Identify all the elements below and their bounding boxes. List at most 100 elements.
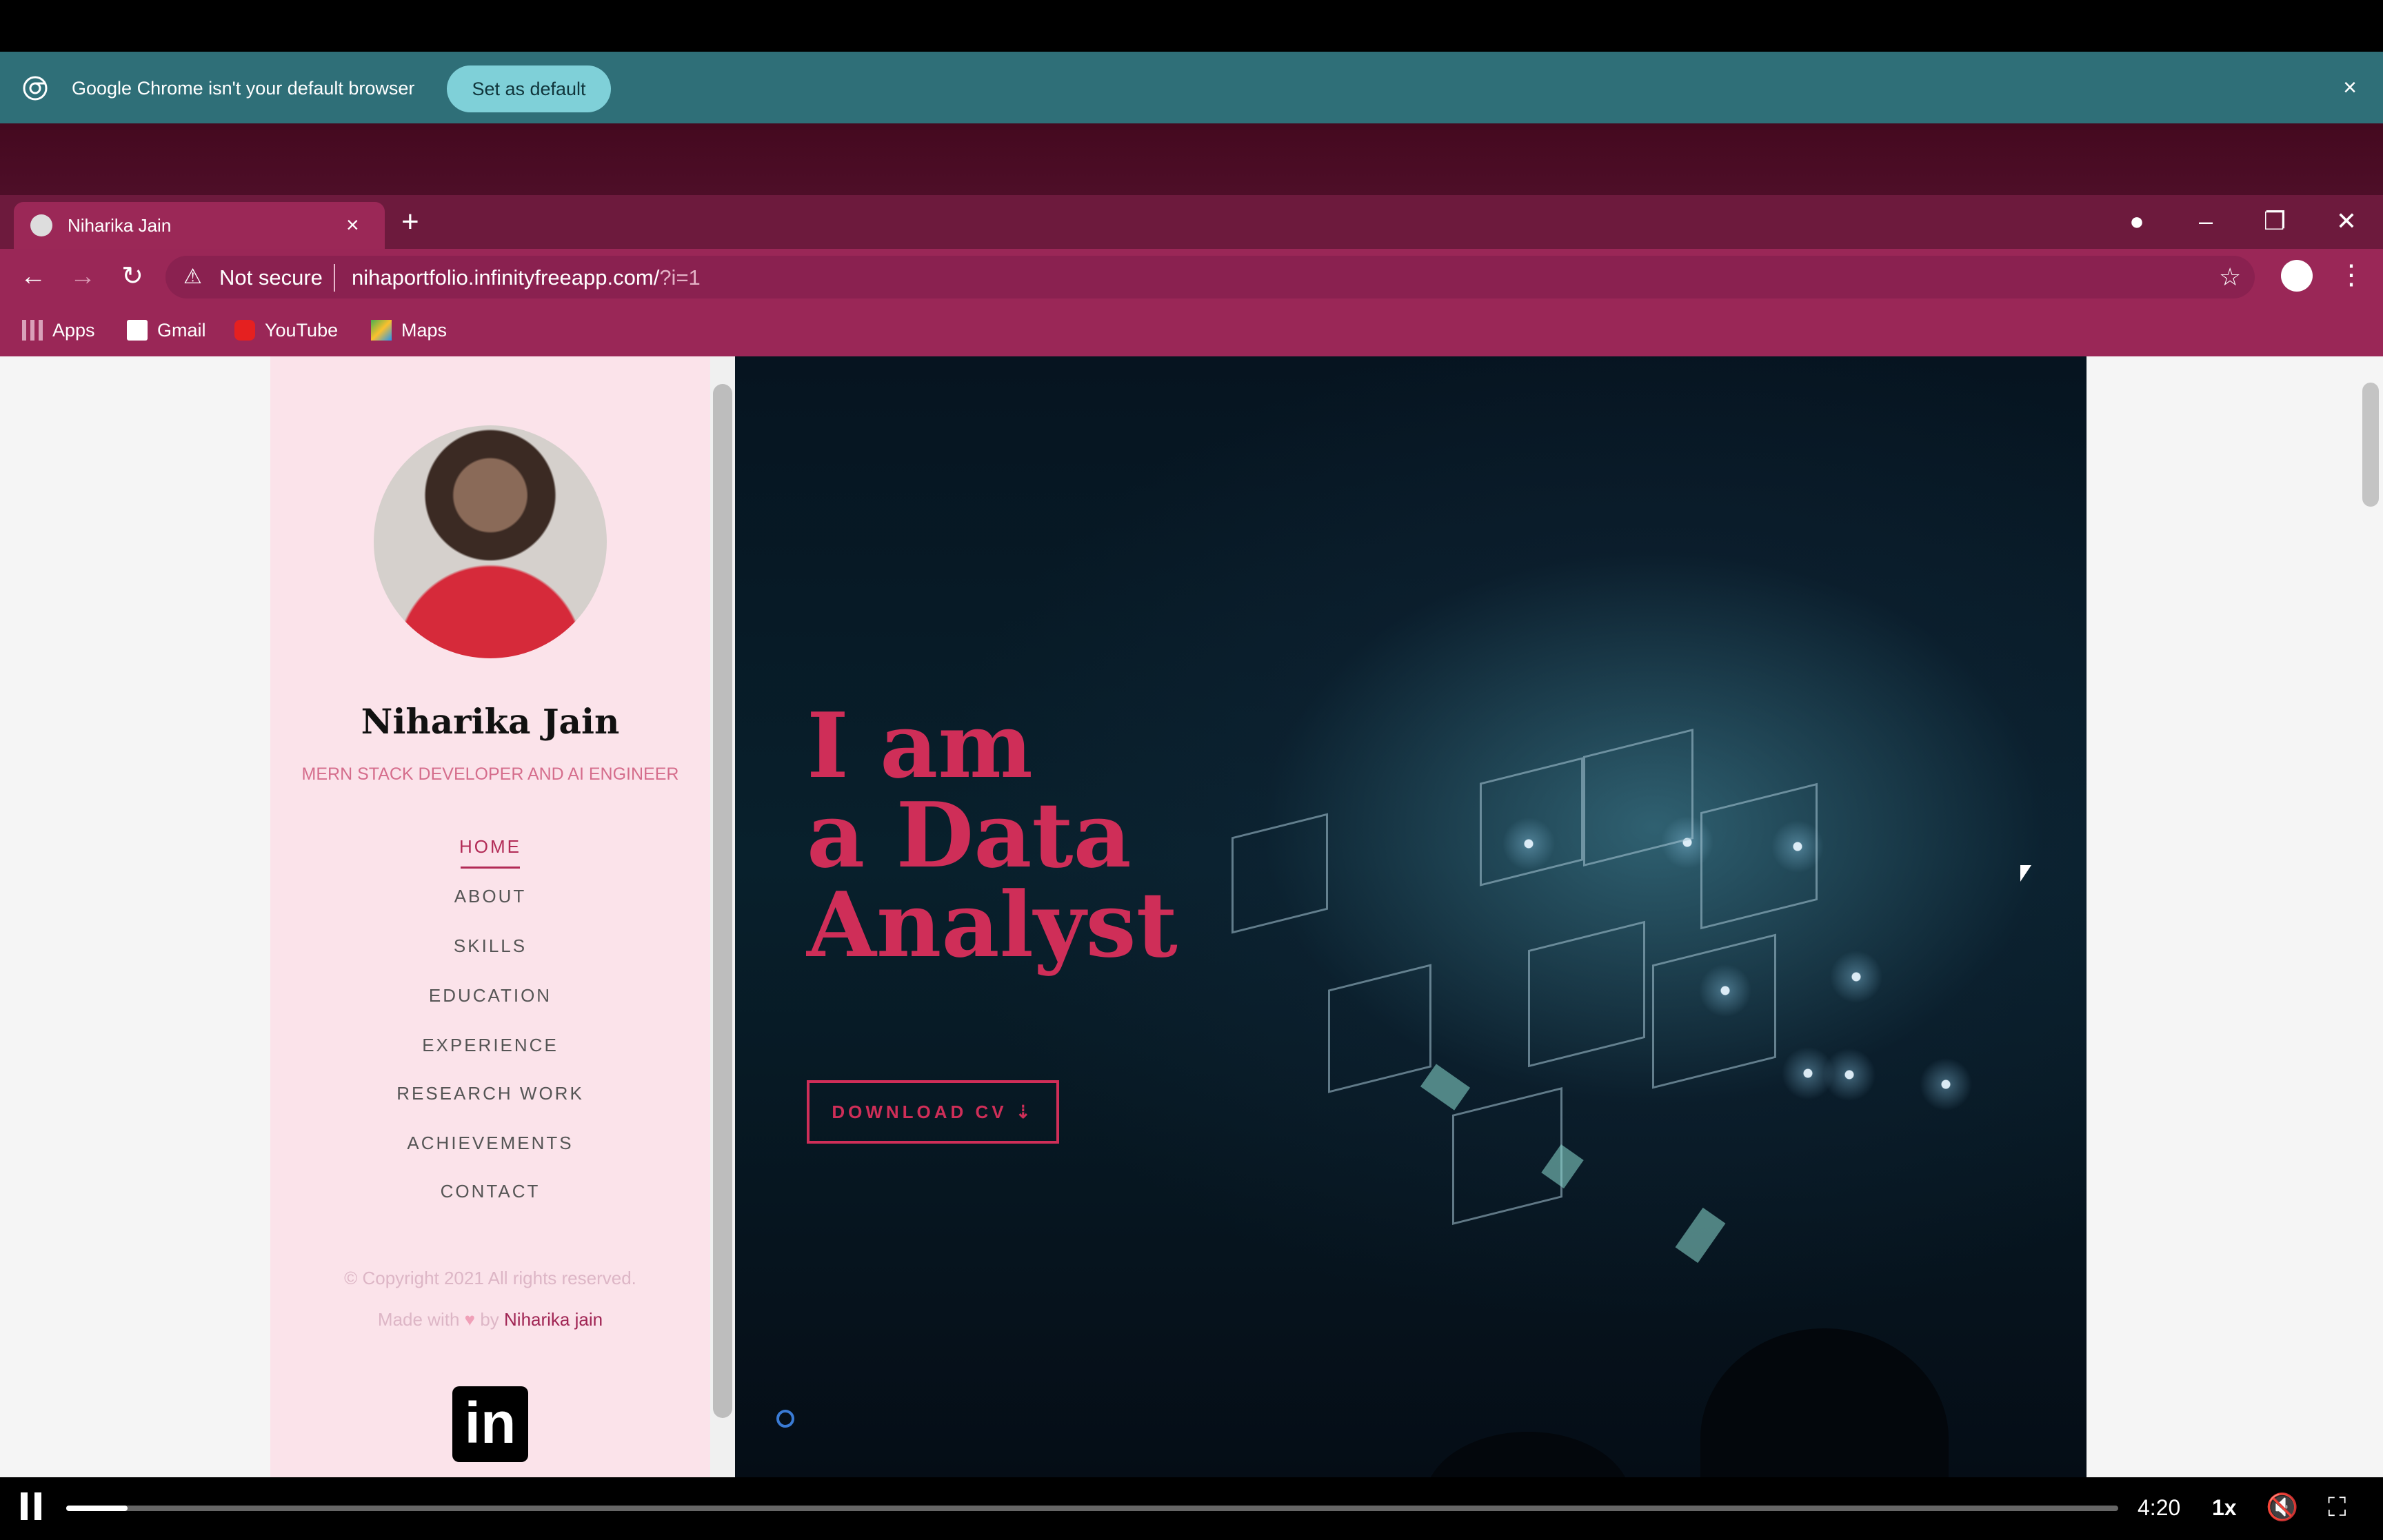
default-browser-banner: Google Chrome isn't your default browser… xyxy=(0,52,2383,123)
hero-line-1: I am xyxy=(807,693,1033,798)
nav-experience[interactable]: EXPERIENCE xyxy=(270,1033,710,1057)
browser-tab[interactable]: Niharika Jain × xyxy=(14,202,385,249)
glass-shard xyxy=(1675,1207,1726,1264)
pause-icon[interactable] xyxy=(19,1492,44,1520)
video-frame: Niharika Jain × + ● – ❐ ✕ ← → ↻ ⚠ Not se… xyxy=(0,123,2383,1477)
fullscreen-icon[interactable]: ⛶ xyxy=(2328,1491,2346,1524)
profile-name: Niharika Jain xyxy=(361,701,620,742)
minimize-icon[interactable]: – xyxy=(2189,207,2223,235)
portfolio-sidebar: Niharika Jain MERN STACK DEVELOPER AND A… xyxy=(270,356,710,1477)
hero-section: I am a Data Analyst DOWNLOAD CV ⇣ xyxy=(735,356,2087,1477)
pause-bar xyxy=(34,1492,41,1520)
linkedin-icon[interactable]: in xyxy=(452,1386,528,1462)
wire-cube xyxy=(1452,1087,1562,1225)
wire-cube xyxy=(1652,933,1776,1089)
maps-icon xyxy=(371,320,392,341)
nav-skills[interactable]: SKILLS xyxy=(270,934,710,958)
mouse-cursor-icon xyxy=(2020,865,2031,882)
video-player-controls: 4:20 1x 🔇 ⛶ xyxy=(0,1477,2383,1540)
hero-headline: I am a Data Analyst xyxy=(807,701,1178,970)
copyright-text: © Copyright 2021 All rights reserved. xyxy=(344,1268,636,1288)
bookmark-label: Maps xyxy=(401,319,448,341)
download-cv-button[interactable]: DOWNLOAD CV ⇣ xyxy=(807,1080,1059,1144)
made-with-line: Made with ♥ by Niharika jain xyxy=(270,1308,710,1331)
tab-close-icon[interactable]: × xyxy=(346,212,359,238)
gmail-icon xyxy=(127,320,148,341)
bookmark-star-icon[interactable]: ☆ xyxy=(2219,264,2241,290)
bookmark-gmail[interactable]: Gmail xyxy=(127,318,206,343)
video-progress-played xyxy=(66,1506,128,1511)
banner-message: Google Chrome isn't your default browser xyxy=(72,78,415,99)
by-text: by xyxy=(480,1309,499,1330)
bookmark-label: YouTube xyxy=(265,319,339,341)
url-text: nihaportfolio.infinityfreeapp.com/?i=1 xyxy=(352,265,701,290)
url-host: nihaportfolio.infinityfreeapp.com/ xyxy=(352,265,660,290)
made-with-text: Made with xyxy=(377,1309,460,1330)
restore-icon[interactable]: ❐ xyxy=(2258,207,2292,235)
new-tab-icon[interactable]: + xyxy=(401,206,419,238)
bookmark-label: Apps xyxy=(52,319,95,341)
active-nav-underline xyxy=(461,867,520,869)
pause-bar xyxy=(21,1492,28,1520)
tab-favicon-icon xyxy=(30,214,52,236)
nav-achievements[interactable]: ACHIEVEMENTS xyxy=(270,1131,710,1155)
security-label: Not secure xyxy=(219,265,323,290)
nav-about[interactable]: ABOUT xyxy=(270,884,710,908)
video-progress-bar[interactable] xyxy=(66,1506,2118,1511)
url-query: ?i=1 xyxy=(659,265,701,290)
crowd-silhouette xyxy=(1700,1328,1949,1477)
profile-role: MERN STACK DEVELOPER AND AI ENGINEER xyxy=(301,764,679,784)
chrome-logo-icon xyxy=(23,76,48,101)
stage-light xyxy=(1918,1057,1973,1112)
back-icon[interactable]: ← xyxy=(17,261,50,292)
bookmark-label: Gmail xyxy=(157,319,206,341)
playback-speed-button[interactable]: 1x xyxy=(2212,1492,2237,1523)
glass-shard xyxy=(1420,1064,1471,1111)
video-top-bar xyxy=(0,123,2383,195)
not-secure-icon: ⚠ xyxy=(183,265,202,288)
browser-toolbar: ← → ↻ ⚠ Not secure nihaportfolio.infinit… xyxy=(0,249,2383,304)
wire-cube xyxy=(1480,757,1583,886)
bookmarks-bar: Apps Gmail YouTube Maps xyxy=(0,304,2383,356)
browser-menu-icon[interactable]: ⋮ xyxy=(2337,259,2365,292)
profile-avatar-icon[interactable] xyxy=(2281,260,2313,292)
address-bar[interactable]: ⚠ Not secure nihaportfolio.infinityfreea… xyxy=(165,256,2255,298)
nav-home[interactable]: HOME xyxy=(270,835,710,858)
mute-icon[interactable]: 🔇 xyxy=(2266,1491,2298,1524)
set-as-default-button[interactable]: Set as default xyxy=(447,65,611,112)
tab-title: Niharika Jain xyxy=(68,215,172,236)
wire-cube xyxy=(1231,813,1328,934)
stage-light xyxy=(1829,949,1884,1004)
apps-grid-icon xyxy=(22,320,43,341)
extension-icon[interactable]: ● xyxy=(2120,207,2154,235)
web-page: Niharika Jain MERN STACK DEVELOPER AND A… xyxy=(0,356,2383,1477)
nav-education[interactable]: EDUCATION xyxy=(270,984,710,1007)
bookmark-youtube[interactable]: YouTube xyxy=(234,318,338,343)
wire-cube xyxy=(1528,920,1645,1068)
forward-icon[interactable]: → xyxy=(66,261,99,292)
browser-tab-strip: Niharika Jain × + ● – ❐ ✕ xyxy=(0,195,2383,249)
page-scroll-thumb[interactable] xyxy=(2362,383,2379,507)
hero-line-3: Analyst xyxy=(807,872,1178,977)
youtube-icon xyxy=(234,320,255,341)
page-scrollbar[interactable] xyxy=(2357,356,2383,1477)
hero-line-2: a Data xyxy=(807,782,1132,888)
crowd-silhouette xyxy=(1425,1432,1631,1477)
wire-cube xyxy=(1700,782,1818,930)
sidebar-scrollbar[interactable] xyxy=(710,356,735,1477)
stage-light xyxy=(1780,1046,1836,1101)
banner-close-icon[interactable]: × xyxy=(2335,72,2365,103)
sidebar-scroll-thumb[interactable] xyxy=(713,384,732,1418)
bookmark-apps[interactable]: Apps xyxy=(22,318,95,343)
heart-icon: ♥ xyxy=(464,1309,476,1330)
wire-cube xyxy=(1328,964,1431,1093)
loading-spinner-icon xyxy=(776,1410,794,1428)
address-separator xyxy=(334,264,335,292)
nav-research-work[interactable]: RESEARCH WORK xyxy=(270,1082,710,1105)
window-close-icon[interactable]: ✕ xyxy=(2329,207,2364,235)
nav-contact[interactable]: CONTACT xyxy=(270,1179,710,1203)
video-time: 4:20 xyxy=(2138,1495,2181,1520)
reload-icon[interactable]: ↻ xyxy=(116,261,149,292)
author-link[interactable]: Niharika jain xyxy=(504,1309,603,1330)
bookmark-maps[interactable]: Maps xyxy=(371,318,447,343)
